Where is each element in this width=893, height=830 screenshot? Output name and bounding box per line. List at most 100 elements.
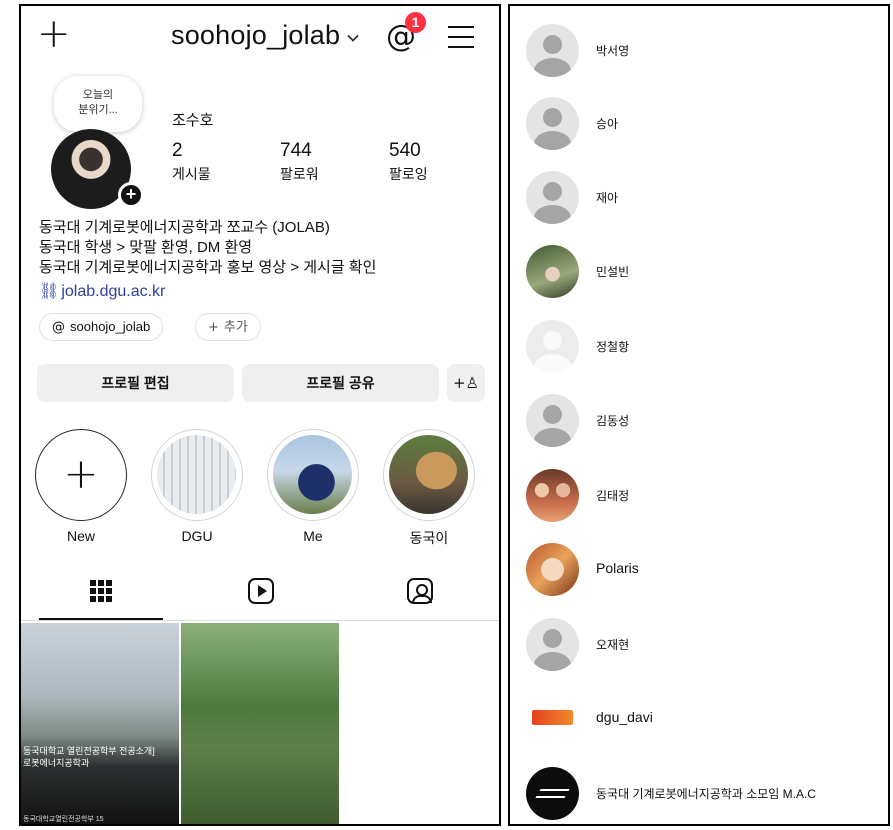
highlight-label: Me (303, 528, 323, 544)
tab-divider (21, 620, 499, 621)
followers-label: 팔로워 (280, 166, 319, 182)
posts-label: 게시물 (172, 166, 211, 182)
highlight-image (157, 435, 236, 514)
highlight-donggukee[interactable]: 동국이 (383, 429, 475, 548)
plus-icon[interactable]: + (37, 14, 71, 54)
profile-link-text: jolab.dgu.ac.kr (61, 283, 166, 300)
menu-icon[interactable] (448, 26, 474, 48)
following-row[interactable]: 김태정 (526, 469, 876, 523)
post-caption-line: 로봇에너지공학과 (23, 758, 90, 768)
bio-line: 동국대 기계로봇에너지공학과 홍보 영상 > 게시글 확인 (39, 259, 377, 276)
user-avatar[interactable] (526, 320, 579, 373)
following-username[interactable]: dgu_davi (596, 709, 653, 725)
user-avatar[interactable] (526, 692, 579, 745)
following-username[interactable]: 박서영 (596, 42, 629, 59)
following-username[interactable]: 김동성 (596, 412, 629, 429)
add-pill[interactable]: + 추가 (195, 313, 261, 341)
notification-badge: 1 (405, 12, 426, 33)
add-person-icon[interactable]: +♙ (447, 364, 485, 402)
highlight-image (273, 435, 352, 514)
following-username[interactable]: 민설빈 (596, 263, 629, 280)
post-caption: 동국대학교 열린전공학부 전공소개] 로봇에너지공학과 (23, 745, 155, 769)
highlight-image (389, 435, 468, 514)
highlight-ring (151, 429, 243, 521)
profile-link[interactable]: ⛓ jolab.dgu.ac.kr (39, 281, 165, 301)
tab-posts[interactable] (81, 576, 121, 612)
following-row[interactable]: 동국대 기계로봇에너지공학과 소모임 M.A.C (526, 767, 876, 821)
following-username[interactable]: 동국대 기계로봇에너지공학과 소모임 M.A.C (596, 785, 816, 802)
following-list-panel: 박서영승아재아민설빈정철항김동성김태정 Polaris 오재현 dgu_davi 동국대… (508, 4, 890, 826)
following-username[interactable]: 김태정 (596, 487, 629, 504)
plus-small-icon: + (208, 320, 219, 335)
following-username[interactable]: 재아 (596, 189, 618, 206)
bio: 동국대 기계로봇에너지공학과 쪼교수 (JOLAB) 동국대 학생 > 맞팔 환… (39, 218, 376, 278)
following-row[interactable]: 승아 (526, 97, 876, 151)
note-line: 오늘의 (82, 89, 114, 101)
posts-stat[interactable]: 2 게시물 (172, 140, 211, 184)
followers-count: 744 (280, 140, 312, 161)
following-username[interactable]: Polaris (596, 560, 639, 576)
user-avatar[interactable] (526, 469, 579, 522)
note-bubble[interactable]: 오늘의 분위기... (54, 76, 142, 132)
following-count: 540 (389, 140, 421, 161)
bio-line: 동국대 기계로봇에너지공학과 쪼교수 (JOLAB) (39, 219, 330, 236)
user-avatar[interactable] (526, 767, 579, 820)
new-highlight-ring: + (35, 429, 127, 521)
threads-pill-text: soohojo_jolab (70, 319, 151, 334)
post-thumbnail[interactable] (181, 623, 339, 824)
posts-count: 2 (172, 140, 183, 161)
highlight-dgu[interactable]: DGU (151, 429, 243, 544)
user-avatar[interactable] (526, 618, 579, 671)
active-tab-indicator (39, 618, 163, 620)
bio-line: 동국대 학생 > 맞팔 환영, DM 환영 (39, 239, 253, 256)
highlight-me[interactable]: Me (267, 429, 359, 544)
following-row[interactable]: 정철항 (526, 320, 876, 374)
add-story-icon[interactable]: + (118, 182, 144, 208)
post-caption-line: 동국대학교 열린전공학부 전공소개] (23, 746, 155, 756)
link-icon: ⛓ (39, 281, 60, 300)
profile-header: + soohojo_jolab @ 1 (21, 6, 499, 68)
highlight-ring (267, 429, 359, 521)
add-pill-text: 추가 (223, 319, 248, 334)
following-row[interactable]: 민설빈 (526, 245, 876, 299)
post-thumbnail[interactable]: 동국대학교 열린전공학부 전공소개] 로봇에너지공학과 동국대학교열린전공학부 … (21, 623, 179, 824)
user-avatar[interactable] (526, 24, 579, 77)
following-username[interactable]: 승아 (596, 115, 618, 132)
tab-tagged[interactable] (400, 576, 440, 612)
user-avatar[interactable] (526, 245, 579, 298)
davi-logo-icon (532, 710, 573, 725)
user-avatar[interactable] (526, 543, 579, 596)
following-stat[interactable]: 540 팔로잉 (389, 140, 428, 184)
following-row[interactable]: 오재현 (526, 618, 876, 672)
username-title[interactable]: soohojo_jolab (171, 20, 340, 51)
highlight-ring (383, 429, 475, 521)
note-line: 분위기... (78, 104, 118, 116)
user-avatar[interactable] (526, 394, 579, 447)
highlight-label: DGU (181, 528, 213, 544)
reels-icon (248, 578, 274, 604)
following-row[interactable]: 김동성 (526, 394, 876, 448)
user-avatar[interactable] (526, 171, 579, 224)
profile-panel: + soohojo_jolab @ 1 오늘의 분위기... + 조수호 2 게… (19, 4, 501, 826)
tagged-icon (407, 578, 433, 604)
edit-profile-button[interactable]: 프로필 편집 (37, 364, 234, 402)
threads-small-icon: @ (52, 320, 65, 335)
user-avatar[interactable] (526, 97, 579, 150)
following-row[interactable]: 재아 (526, 171, 876, 225)
grid-icon (90, 580, 112, 602)
following-username[interactable]: 정철항 (596, 338, 629, 355)
followers-stat[interactable]: 744 팔로워 (280, 140, 319, 184)
mac-logo-icon (535, 789, 570, 798)
threads-pill[interactable]: @ soohojo_jolab (39, 313, 164, 341)
following-row[interactable]: 박서영 (526, 24, 876, 78)
following-row[interactable]: dgu_davi (526, 692, 876, 746)
following-row[interactable]: Polaris (526, 543, 876, 597)
post-meta: 동국대학교열린전공학부 15 (23, 816, 104, 823)
share-profile-button[interactable]: 프로필 공유 (242, 364, 439, 402)
tab-reels[interactable] (241, 576, 281, 612)
following-username[interactable]: 오재현 (596, 636, 629, 653)
highlight-new[interactable]: + New (35, 429, 127, 544)
highlight-label: 동국이 (409, 530, 449, 546)
full-name: 조수호 (172, 112, 214, 129)
chevron-down-icon[interactable] (347, 30, 359, 42)
